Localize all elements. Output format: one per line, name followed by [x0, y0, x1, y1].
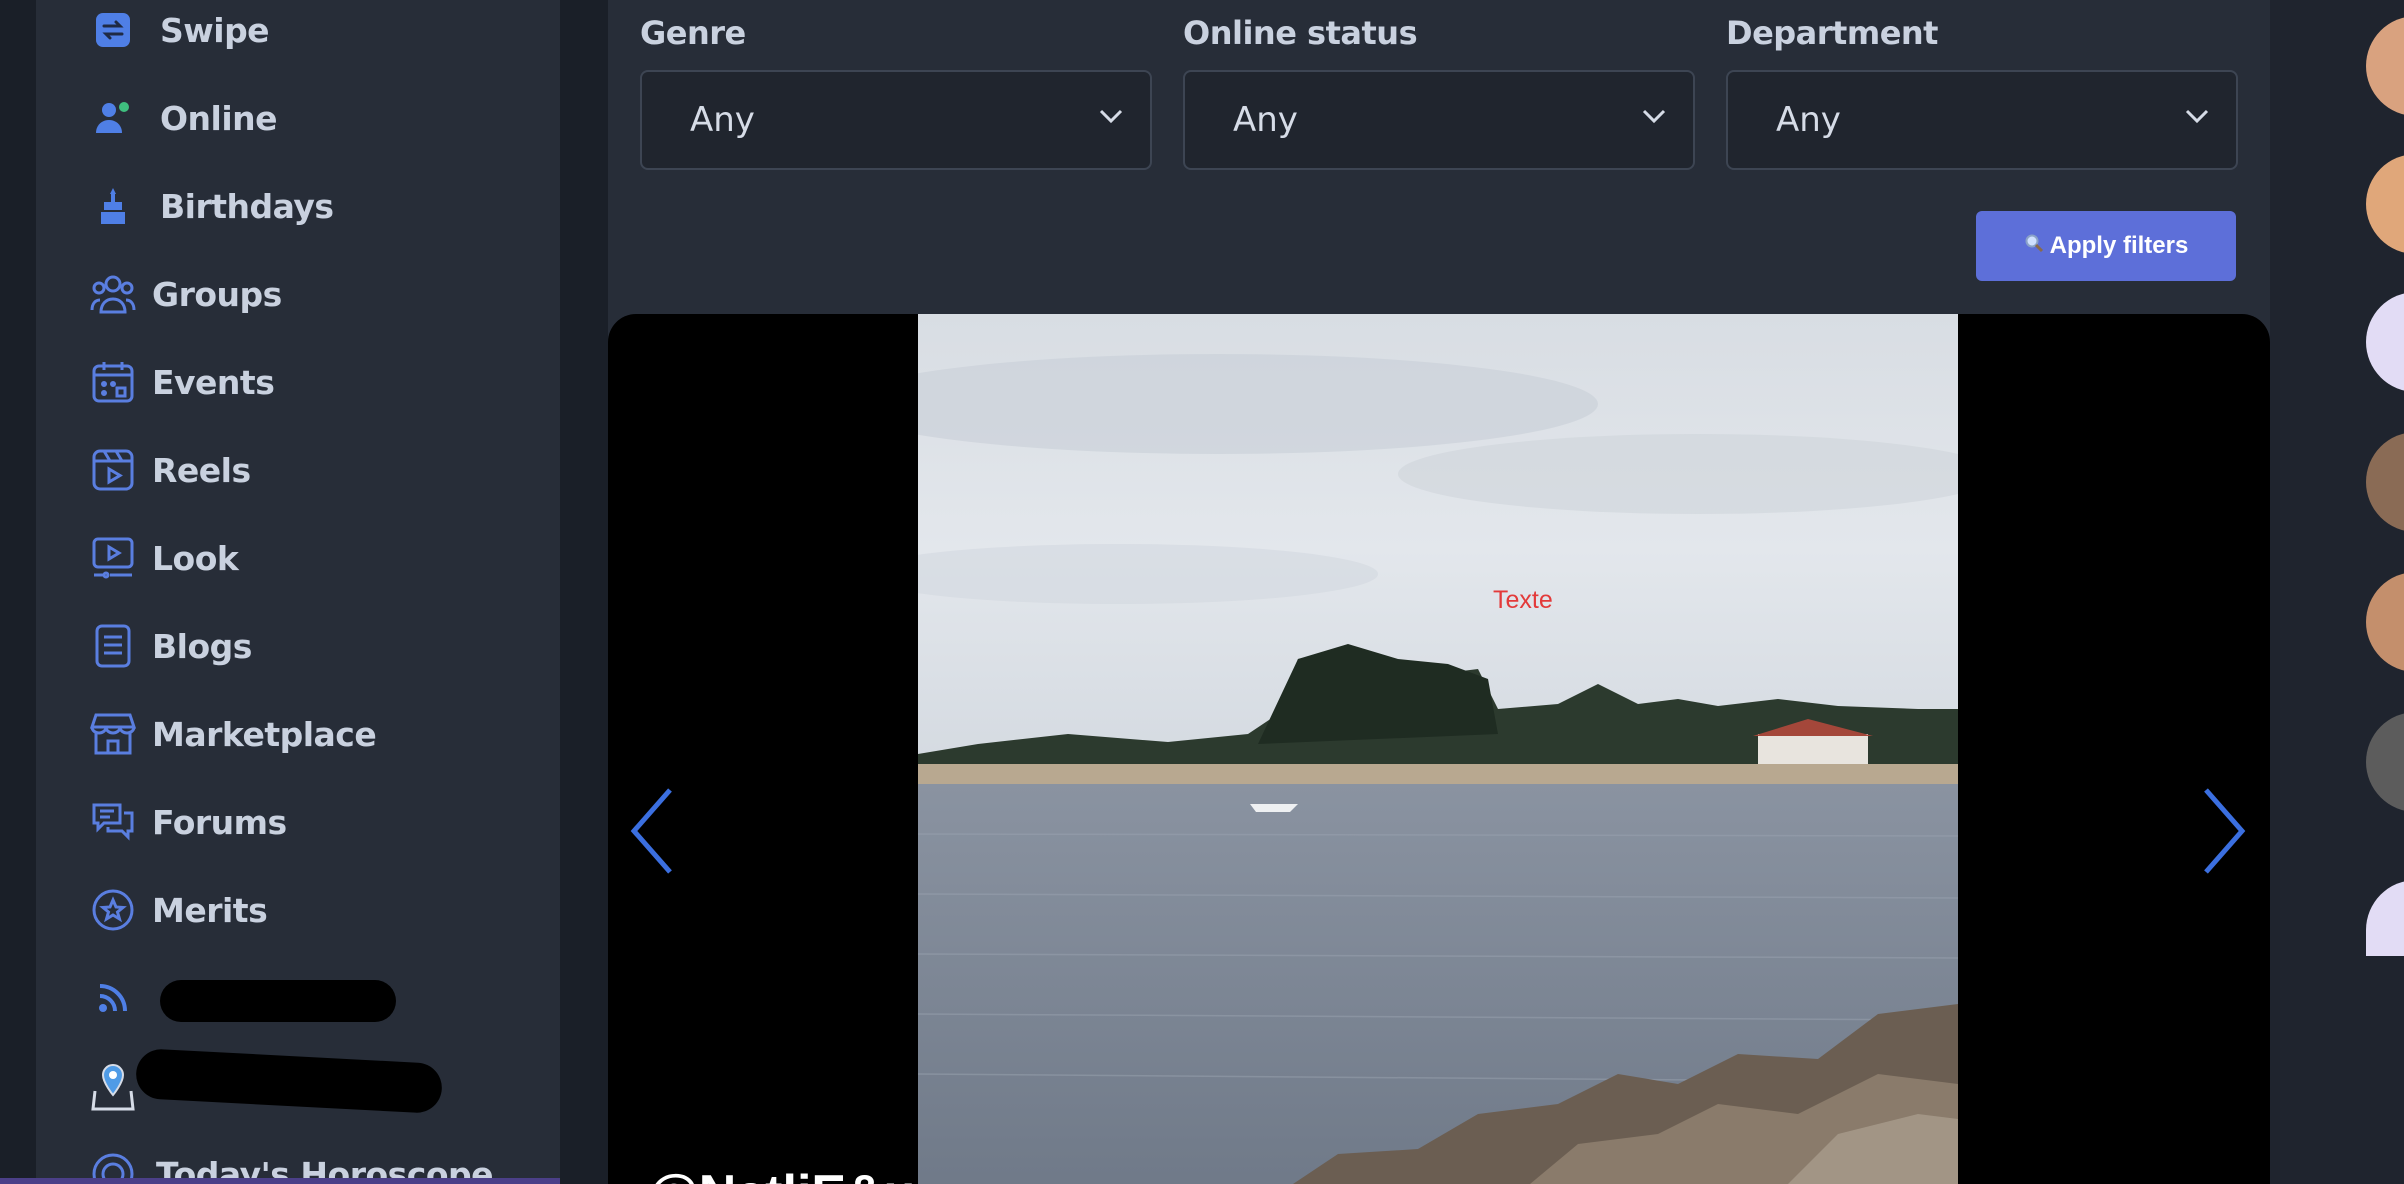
- calendar-icon: [88, 357, 138, 407]
- department-filter-label: Department: [1726, 14, 1938, 52]
- genre-select[interactable]: Any: [640, 70, 1152, 170]
- sidebar-item-label: Marketplace: [152, 714, 377, 754]
- rss-icon: [88, 973, 138, 1023]
- chevron-down-icon: [1098, 108, 1124, 129]
- forum-chat-icon: [88, 797, 138, 847]
- store-icon: [88, 709, 138, 759]
- department-select[interactable]: Any: [1726, 70, 2238, 170]
- online-status-select-value: Any: [1233, 100, 1298, 140]
- groups-icon: [88, 269, 138, 319]
- left-gutter: [0, 0, 36, 1184]
- sidebar-item-look[interactable]: Look: [88, 528, 239, 588]
- carousel-prev-arrow-icon[interactable]: [628, 786, 674, 881]
- monitor-icon: [88, 533, 138, 583]
- apply-filters-button[interactable]: Apply filters: [1976, 211, 2236, 281]
- carousel-next-arrow-icon[interactable]: [2202, 786, 2248, 881]
- department-select-value: Any: [1776, 100, 1841, 140]
- online-status-select[interactable]: Any: [1183, 70, 1695, 170]
- sidebar-item-label: Look: [152, 538, 239, 578]
- bottom-accent-bar: [0, 1178, 560, 1184]
- sidebar-item-marketplace[interactable]: Marketplace: [88, 704, 377, 764]
- document-icon: [88, 621, 138, 671]
- sidebar-item-blogs[interactable]: Blogs: [88, 616, 252, 676]
- sidebar: Swipe Online Birthdays Groups Events Ree…: [36, 0, 560, 1184]
- map-pin-icon: [88, 1061, 138, 1111]
- chevron-down-icon: [2184, 108, 2210, 129]
- genre-filter-label: Genre: [640, 14, 746, 52]
- profile-caption: @NatliE&u...: [648, 1164, 959, 1184]
- sidebar-item-label: Blogs: [152, 626, 252, 666]
- sidebar-item-online[interactable]: Online: [88, 88, 278, 148]
- redaction-mark: [134, 1048, 444, 1114]
- swipe-icon: [88, 5, 138, 55]
- sidebar-item-label: Birthdays: [160, 186, 334, 226]
- sidebar-item-reels[interactable]: Reels: [88, 440, 251, 500]
- photo-carousel: Texte @NatliE&u...: [608, 314, 2270, 1184]
- sidebar-item-merits[interactable]: Merits: [88, 880, 268, 940]
- reels-icon: [88, 445, 138, 495]
- photo-overlay-text: Texte: [1493, 586, 1553, 614]
- column-gap: [560, 0, 608, 1184]
- redaction-mark: [160, 980, 396, 1022]
- sidebar-item-events[interactable]: Events: [88, 352, 275, 412]
- sidebar-item-label: Forums: [152, 802, 287, 842]
- sidebar-item-redacted-feed[interactable]: [88, 968, 152, 1028]
- sidebar-item-label: Groups: [152, 274, 282, 314]
- sidebar-item-label: Merits: [152, 890, 268, 930]
- sidebar-item-birthdays[interactable]: Birthdays: [88, 176, 334, 236]
- chevron-down-icon: [1641, 108, 1667, 129]
- sidebar-item-forums[interactable]: Forums: [88, 792, 287, 852]
- apply-filters-label: Apply filters: [2049, 232, 2189, 259]
- sidebar-item-groups[interactable]: Groups: [88, 264, 282, 324]
- birthday-cake-icon: [88, 181, 138, 231]
- magnifier-icon: [2024, 232, 2044, 260]
- genre-select-value: Any: [690, 100, 755, 140]
- main-content: Genre Any Online status Any Department A…: [608, 0, 2270, 1184]
- sidebar-item-label: Reels: [152, 450, 251, 490]
- sidebar-item-swipe[interactable]: Swipe: [88, 0, 270, 60]
- merit-star-icon: [88, 885, 138, 935]
- sidebar-item-label: Events: [152, 362, 275, 402]
- online-status-filter-label: Online status: [1183, 14, 1418, 52]
- carousel-photo[interactable]: Texte: [838, 314, 1998, 1184]
- sidebar-item-label: Swipe: [160, 10, 270, 50]
- sidebar-item-label: Online: [160, 98, 278, 138]
- online-users-icon: [88, 93, 138, 143]
